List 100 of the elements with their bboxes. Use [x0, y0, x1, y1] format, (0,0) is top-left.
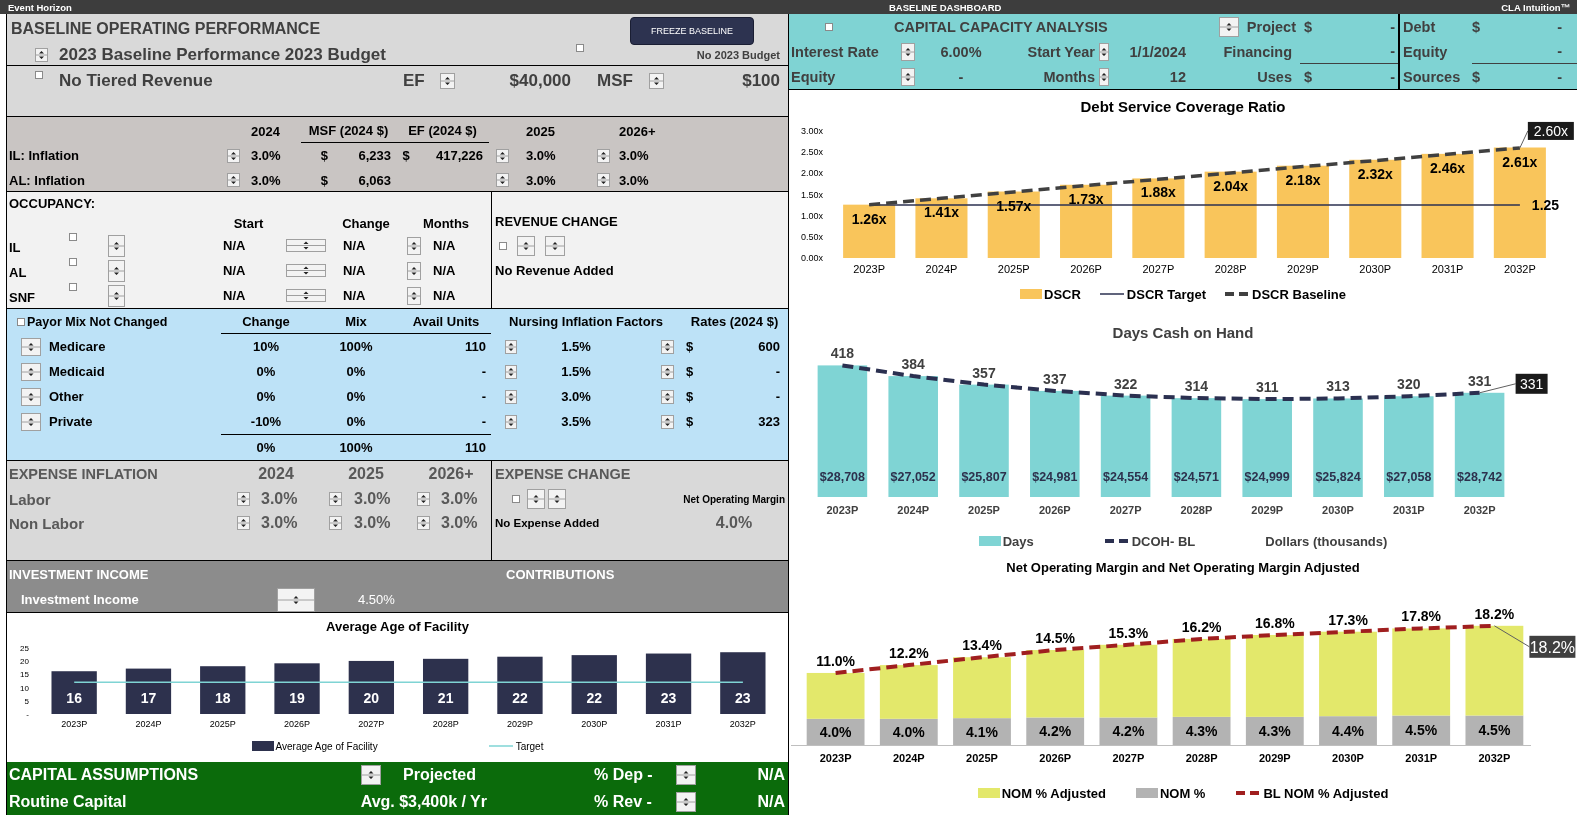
data-label: 17.8% [1401, 608, 1442, 625]
spin-button[interactable] [286, 239, 326, 252]
table-cell-text: 3.0% [440, 514, 479, 532]
spin-button[interactable] [505, 339, 517, 354]
spin-button[interactable] [226, 148, 240, 163]
spin-button[interactable] [505, 364, 517, 379]
section-title: CAPITAL ASSUMPTIONS [8, 766, 200, 784]
checkbox[interactable] [69, 258, 77, 266]
spin-button[interactable] [417, 516, 430, 530]
axis-label: 2031P [1405, 752, 1438, 764]
chart-bar [915, 198, 968, 258]
checkbox[interactable] [69, 283, 77, 291]
chart-title: Net Operating Margin and Net Operating Margin Adjusted [1006, 559, 1360, 575]
axis-label: 0.00x [800, 253, 823, 263]
spin-button[interactable] [596, 173, 610, 187]
spin-button[interactable] [439, 73, 455, 89]
table-cell-text: 3.0% [618, 148, 650, 163]
table-cell-text: N/A [432, 238, 457, 253]
table-cell-text: 3.0% [250, 148, 282, 163]
field-value: - [1557, 18, 1563, 35]
spin-button[interactable] [496, 173, 509, 187]
spin-button[interactable] [237, 516, 250, 530]
axis-label: 0.50x [800, 231, 823, 242]
spin-button[interactable] [661, 339, 674, 354]
checkbox[interactable] [499, 241, 507, 250]
legend-swatch-icon [251, 740, 274, 752]
freeze-baseline-button[interactable]: FREEZE BASELINE [630, 17, 754, 45]
chart-bar [987, 191, 1040, 258]
spin-button[interactable] [286, 289, 326, 302]
column-header: Avail Units [401, 309, 491, 334]
table-cell: 1.5% [561, 364, 591, 379]
spin-button[interactable] [648, 73, 664, 89]
chart-bar [843, 204, 896, 258]
spin-button[interactable] [661, 364, 674, 379]
field-value: Avg. $3,400k / Yr [360, 792, 488, 811]
spin-button[interactable] [596, 148, 610, 163]
currency-symbol: $ [1472, 18, 1482, 35]
chart-title: Average Age of Facility [326, 619, 469, 634]
table-cell-text: 3.0% [618, 172, 650, 188]
app-title: Event Horizon [8, 1, 72, 13]
table-cell-text: 323 [758, 414, 781, 429]
table-cell-text: N/A [222, 238, 247, 253]
checkbox[interactable] [69, 233, 77, 241]
axis-label: 2030P [1332, 752, 1364, 764]
column-header: Change [342, 216, 390, 231]
axis-label: 2026P [284, 719, 311, 729]
chart-bar [720, 652, 766, 714]
table-cell-text: 3.0% [260, 490, 299, 508]
currency-symbol: $ [320, 148, 329, 163]
axis-label: 2030P [1359, 263, 1392, 275]
axis-label: 2024P [897, 504, 930, 516]
data-label: 4.2% [1039, 723, 1072, 740]
column-header: EF (2024 $) [396, 119, 489, 143]
currency-symbol: $ [1303, 68, 1314, 85]
table-cell-text: - [775, 389, 781, 404]
row-label: Routine Capital [8, 792, 128, 811]
axis-label: 2030P [581, 719, 608, 729]
data-label: 337 [1043, 370, 1067, 387]
spin-button[interactable] [226, 173, 240, 187]
section-title: Payor Mix Not Changed [27, 314, 168, 329]
currency-symbol: $ [685, 339, 695, 354]
spin-button[interactable] [661, 389, 674, 404]
spin-button[interactable] [417, 492, 430, 506]
axis-label: 2027P [1142, 263, 1175, 275]
data-label: 331 [1467, 372, 1492, 389]
axis-label: 2028P [1185, 752, 1218, 764]
spin-button[interactable] [328, 516, 342, 530]
table-cell: 0% [256, 364, 276, 379]
spin-button[interactable] [505, 389, 517, 404]
currency-symbol: $ [685, 364, 695, 379]
chart-bar [348, 660, 394, 714]
spin-button[interactable] [286, 264, 326, 277]
legend-label: BL NOM % Adjusted [1263, 785, 1389, 801]
data-label: 2.32x [1357, 165, 1393, 182]
checkbox[interactable] [17, 317, 25, 326]
table-cell-text: - [481, 364, 487, 379]
spin-button[interactable] [676, 791, 696, 812]
spin-button[interactable] [237, 492, 250, 506]
checkbox[interactable] [825, 22, 833, 31]
field-label: Start Year [1027, 43, 1096, 60]
field-value: - [958, 68, 964, 85]
axis-label: 1.00x [800, 210, 823, 221]
checkbox[interactable] [576, 44, 584, 52]
checkbox[interactable] [512, 495, 520, 503]
callout-label: 2.60x [1527, 121, 1574, 140]
axis-label: 2028P [1214, 263, 1247, 275]
data-label: 322 [1113, 375, 1138, 392]
checkbox[interactable] [35, 71, 43, 79]
data-label: 418 [830, 345, 855, 362]
data-label: 20 [363, 690, 380, 706]
axis-label: 2030P [1322, 504, 1354, 516]
table-cell: 3.5% [561, 414, 591, 429]
table-cell-text: 3.0% [260, 514, 299, 532]
spin-button[interactable] [34, 47, 48, 62]
spin-button[interactable] [505, 414, 517, 429]
column-header: 2024 [250, 123, 281, 139]
spin-button[interactable] [496, 148, 509, 163]
spin-button[interactable] [661, 414, 674, 429]
section-title: CAPITAL CAPACITY ANALYSIS [894, 18, 1109, 35]
spin-button[interactable] [328, 492, 342, 506]
